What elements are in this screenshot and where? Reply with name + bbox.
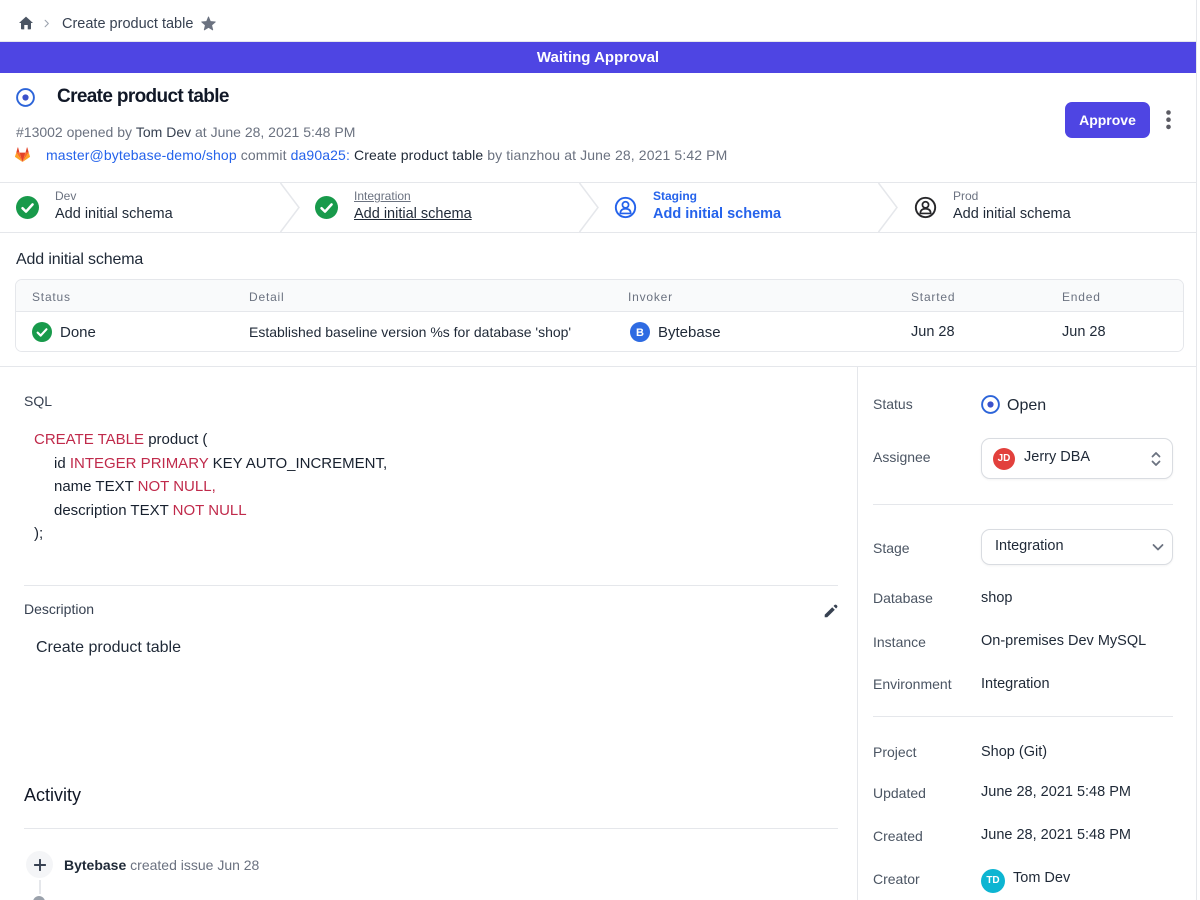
svg-text:B: B bbox=[636, 327, 644, 339]
